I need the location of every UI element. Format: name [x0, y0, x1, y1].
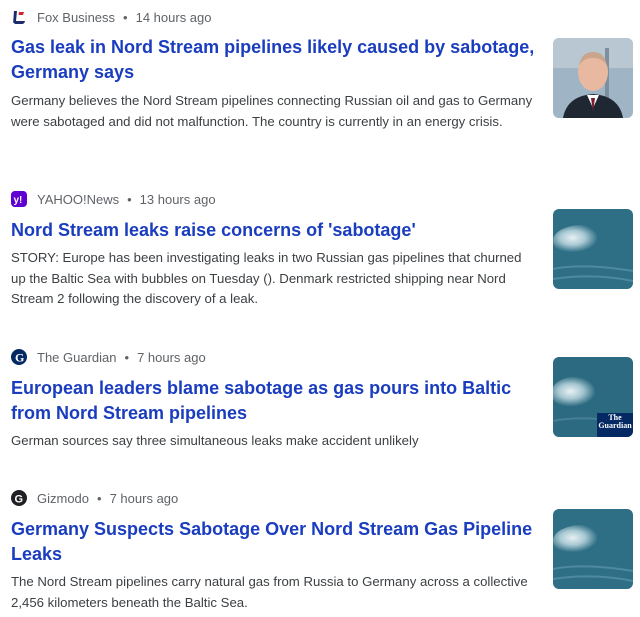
article-meta: G The Guardian • 7 hours ago — [11, 347, 206, 367]
gizmodo-logo-icon: G — [11, 490, 27, 506]
article-thumbnail[interactable] — [553, 38, 633, 118]
yahoo-logo-icon: y! — [11, 191, 27, 207]
guardian-watermark: The Guardian — [598, 413, 632, 430]
article-title-link[interactable]: Gas leak in Nord Stream pipelines likely… — [11, 35, 541, 85]
article-snippet: STORY: Europe has been investigating lea… — [11, 250, 522, 306]
article-thumbnail[interactable] — [553, 509, 633, 589]
article-time: 7 hours ago — [109, 490, 179, 506]
article-title-link[interactable]: Germany Suspects Sabotage Over Nord Stre… — [11, 517, 541, 567]
article-time: 14 hours ago — [135, 9, 212, 25]
separator-dot: • — [127, 191, 132, 207]
fox-business-logo-icon — [11, 9, 27, 25]
article-meta: G Gizmodo • 7 hours ago — [11, 488, 178, 508]
svg-text:y!: y! — [14, 195, 23, 206]
article-meta: y! YAHOO!News • 13 hours ago — [11, 189, 216, 209]
article-meta: Fox Business • 14 hours ago — [11, 7, 212, 27]
article-thumbnail[interactable] — [553, 209, 633, 289]
sea-bubbles-photo-icon — [553, 509, 633, 589]
article-title-link[interactable]: European leaders blame sabotage as gas p… — [11, 376, 541, 426]
source-name[interactable]: YAHOO!News — [37, 192, 119, 207]
article-time: 7 hours ago — [137, 349, 206, 365]
source-name[interactable]: The Guardian — [37, 350, 117, 365]
svg-text:G: G — [15, 351, 24, 365]
svg-text:G: G — [15, 494, 24, 506]
portrait-photo-icon — [553, 38, 633, 118]
separator-dot: • — [97, 490, 102, 506]
article-thumbnail[interactable]: The Guardian — [553, 357, 633, 437]
separator-dot: • — [124, 349, 130, 365]
source-name[interactable]: Gizmodo — [37, 491, 89, 506]
article-snippet: The Nord Stream pipelines carry natural … — [11, 574, 528, 610]
article-time: 13 hours ago — [139, 191, 216, 207]
news-feed: Fox Business • 14 hours ago Gas leak in … — [0, 0, 640, 617]
separator-dot: • — [123, 9, 128, 25]
article-snippet: German sources say three simultaneous le… — [11, 433, 419, 448]
guardian-logo-icon: G — [11, 349, 27, 365]
article-snippet: Germany believes the Nord Stream pipelin… — [11, 93, 533, 129]
source-name[interactable]: Fox Business — [37, 10, 115, 25]
sea-bubbles-photo-icon — [553, 209, 633, 289]
article-title-link[interactable]: Nord Stream leaks raise concerns of 'sab… — [11, 218, 541, 243]
